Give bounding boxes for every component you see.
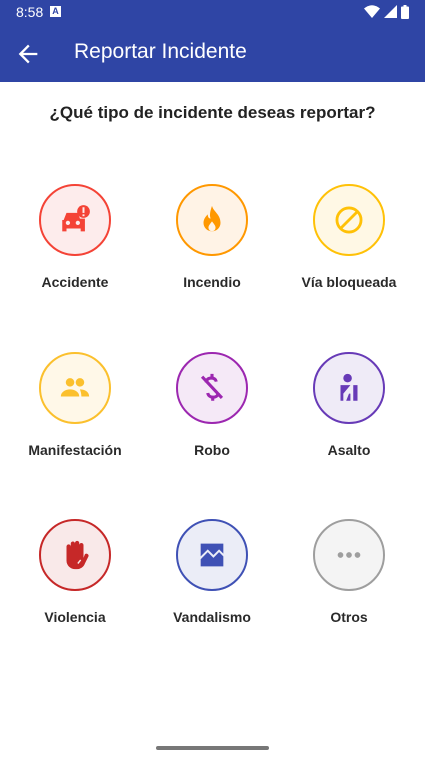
incident-option-fire[interactable]: Incendio <box>147 184 277 290</box>
incident-icon-circle[interactable] <box>313 184 385 256</box>
incident-option-hand-stop[interactable]: Violencia <box>10 519 140 625</box>
car-crash-icon <box>62 205 90 232</box>
person-injured-icon <box>340 373 358 401</box>
incident-option-person-injured[interactable]: Asalto <box>284 352 414 458</box>
incident-icon-circle[interactable] <box>39 519 111 591</box>
incident-label: Robo <box>194 442 230 458</box>
notification-icon: A <box>50 6 61 17</box>
app-bar: Reportar Incidente <box>0 24 425 82</box>
people-icon <box>60 378 90 397</box>
incident-label: Otros <box>330 609 368 625</box>
incident-icon-circle[interactable] <box>313 519 385 591</box>
incident-label: Vía bloqueada <box>301 274 397 290</box>
block-icon <box>335 206 363 234</box>
wifi-icon <box>364 5 380 18</box>
incident-label: Accidente <box>41 274 109 290</box>
arrow-back-icon[interactable] <box>14 40 42 68</box>
question-heading: ¿Qué tipo de incidente deseas reportar? <box>49 103 376 122</box>
status-bar: 8:58 A <box>0 0 425 24</box>
incident-label: Violencia <box>44 609 106 625</box>
hand-stop-icon <box>66 540 89 570</box>
gesture-nav-bar[interactable] <box>156 746 269 750</box>
page-title: Reportar Incidente <box>74 40 247 63</box>
incident-option-car-crash[interactable]: Accidente <box>10 184 140 290</box>
money-off-icon <box>200 373 224 401</box>
incident-icon-circle[interactable] <box>176 184 248 256</box>
incident-option-broken-image[interactable]: Vandalismo <box>147 519 277 625</box>
incident-label: Incendio <box>183 274 241 290</box>
signal-icon <box>384 5 397 18</box>
battery-icon <box>401 5 409 19</box>
broken-image-icon <box>200 543 224 567</box>
incident-label: Vandalismo <box>173 609 251 625</box>
incident-option-people[interactable]: Manifestación <box>10 352 140 458</box>
incident-icon-circle[interactable] <box>39 184 111 256</box>
incident-option-more-horiz[interactable]: Otros <box>284 519 414 625</box>
incident-label: Manifestación <box>28 442 122 458</box>
incident-option-money-off[interactable]: Robo <box>147 352 277 458</box>
incident-icon-circle[interactable] <box>176 519 248 591</box>
status-time: 8:58 <box>16 4 44 20</box>
incident-icon-circle[interactable] <box>313 352 385 424</box>
incident-label: Asalto <box>327 442 371 458</box>
incident-icon-circle[interactable] <box>39 352 111 424</box>
incident-icon-circle[interactable] <box>176 352 248 424</box>
incident-option-block[interactable]: Vía bloqueada <box>284 184 414 290</box>
more-horiz-icon <box>337 552 361 558</box>
fire-icon <box>203 205 221 232</box>
